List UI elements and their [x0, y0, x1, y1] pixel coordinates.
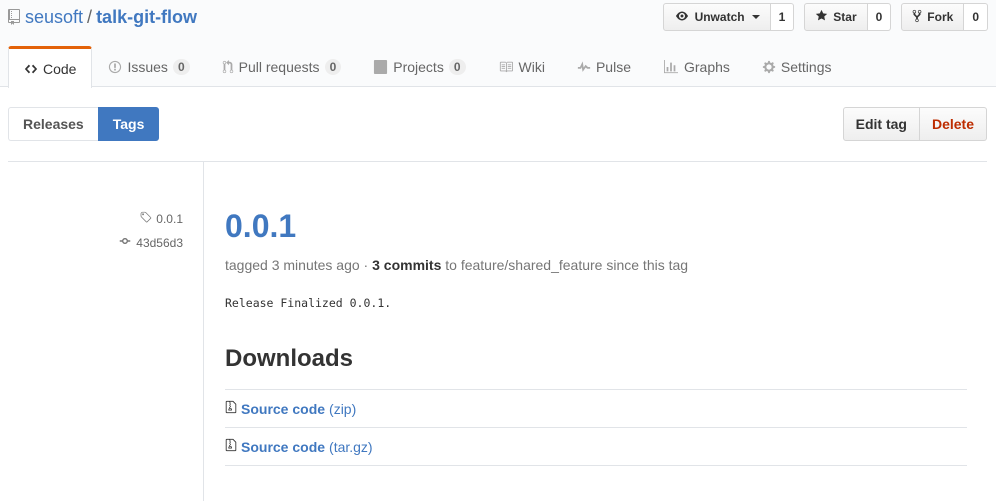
file-zip-icon — [225, 400, 237, 417]
fork-icon — [912, 9, 922, 26]
commit-sha: 43d56d3 — [136, 235, 183, 250]
pull-requests-counter: 0 — [324, 59, 342, 75]
tab-pulse[interactable]: Pulse — [561, 46, 647, 87]
tab-code[interactable]: Code — [8, 46, 93, 88]
tag-name: 0.0.1 — [156, 212, 183, 226]
release-meta-prefix: tagged 3 minutes ago · — [225, 257, 373, 273]
tab-pulse-label: Pulse — [595, 59, 631, 75]
project-icon — [373, 60, 388, 74]
unwatch-button[interactable]: Unwatch — [662, 3, 771, 31]
repo-name-link[interactable]: talk-git-flow — [96, 7, 197, 27]
tab-settings[interactable]: Settings — [746, 46, 848, 87]
download-zip-link[interactable]: Source code (zip) — [225, 390, 967, 428]
code-icon — [24, 62, 38, 76]
delete-button[interactable]: Delete — [919, 107, 987, 141]
edit-tag-button[interactable]: Edit tag — [842, 107, 920, 141]
book-icon — [498, 60, 514, 74]
tag-actions: Edit tag Delete — [842, 107, 987, 141]
forks-count[interactable]: 0 — [964, 3, 988, 31]
tab-settings-label: Settings — [780, 59, 832, 75]
tag-reference[interactable]: 0.0.1 — [139, 211, 183, 227]
eye-icon — [674, 10, 690, 25]
release-subnav: Releases Tags — [8, 107, 160, 141]
pull-request-icon — [222, 60, 234, 74]
issue-icon — [108, 60, 122, 74]
tag-icon — [139, 211, 152, 227]
file-zip-icon — [225, 438, 237, 455]
commit-reference[interactable]: 43d56d3 — [118, 235, 183, 250]
commits-link[interactable]: 3 commits — [372, 257, 441, 273]
release-meta-suffix: to feature/shared_feature since this tag — [441, 257, 689, 273]
tab-projects[interactable]: Projects 0 — [357, 46, 481, 87]
pulse-icon — [577, 60, 591, 74]
tab-pull-requests[interactable]: Pull requests 0 — [206, 46, 358, 87]
projects-counter: 0 — [448, 59, 466, 75]
repo-icon — [8, 8, 20, 30]
watch-group: Unwatch 1 — [662, 3, 795, 31]
repo-tabs: Code Issues 0 Pull requests 0 Projects 0 — [8, 46, 848, 88]
star-button[interactable]: Star — [804, 3, 868, 31]
commit-icon — [118, 235, 132, 250]
gear-icon — [762, 60, 776, 74]
tab-wiki-label: Wiki — [518, 59, 545, 75]
unwatch-label: Unwatch — [694, 10, 745, 24]
release-note: Release Finalized 0.0.1. — [225, 296, 392, 310]
download-zip-format: (zip) — [329, 400, 357, 417]
download-zip-label: Source code — [241, 400, 326, 417]
graph-icon — [663, 60, 679, 74]
release-meta-column: 0.0.1 43d56d3 — [8, 162, 204, 501]
tab-wiki[interactable]: Wiki — [482, 46, 561, 87]
tab-issues[interactable]: Issues 0 — [92, 46, 205, 87]
download-targz-label: Source code — [241, 438, 326, 455]
fork-button[interactable]: Fork — [901, 3, 965, 31]
downloads-heading: Downloads — [225, 345, 354, 372]
download-targz-format: (tar.gz) — [329, 438, 373, 455]
download-targz-link[interactable]: Source code (tar.gz) — [225, 428, 967, 466]
star-icon — [815, 9, 828, 25]
tags-tab[interactable]: Tags — [97, 107, 160, 141]
releases-tab[interactable]: Releases — [8, 107, 98, 141]
fork-group: Fork 0 — [901, 3, 988, 31]
chevron-down-icon — [751, 15, 760, 19]
stargazers-count[interactable]: 0 — [867, 3, 892, 31]
repo-header: seusoft/talk-git-flow Unwatch 1 Star 0 — [0, 0, 996, 88]
issues-counter: 0 — [172, 59, 190, 75]
release-title[interactable]: 0.0.1 — [225, 206, 296, 246]
star-label: Star — [833, 10, 857, 24]
release-meta: tagged 3 minutes ago · 3 commits to feat… — [225, 257, 688, 273]
repo-owner-link[interactable]: seusoft — [25, 7, 83, 27]
repo-actions: Unwatch 1 Star 0 Fork 0 — [662, 3, 988, 31]
tab-projects-label: Projects — [393, 59, 444, 75]
downloads-list: Source code (zip) Source code (tar.gz) — [225, 389, 967, 466]
tab-code-label: Code — [43, 60, 77, 77]
watchers-count[interactable]: 1 — [770, 3, 795, 31]
fork-label: Fork — [927, 10, 954, 24]
repo-separator: / — [87, 7, 93, 27]
tab-graphs[interactable]: Graphs — [647, 46, 746, 87]
star-group: Star 0 — [804, 3, 892, 31]
tab-issues-label: Issues — [127, 59, 168, 75]
tab-graphs-label: Graphs — [683, 59, 730, 75]
repo-title: seusoft / talk-git-flow — [8, 6, 197, 30]
tab-pull-requests-label: Pull requests — [238, 59, 320, 75]
